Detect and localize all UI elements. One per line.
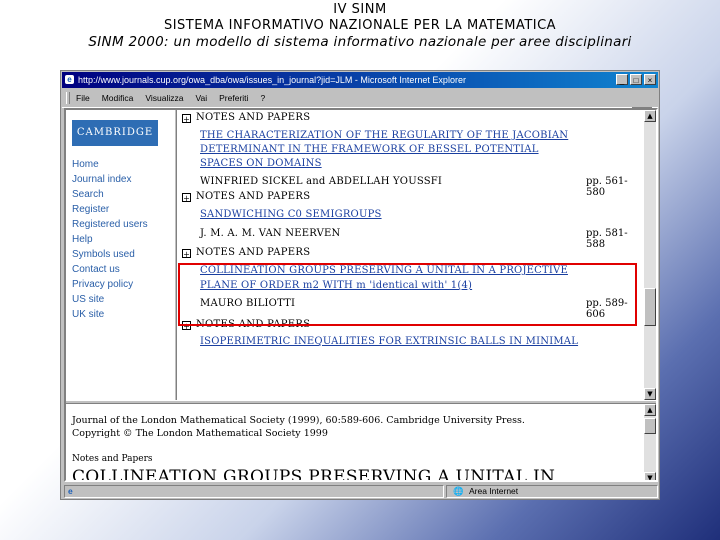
cambridge-logo[interactable]: CAMBRIDGE — [72, 120, 158, 146]
expand-icon[interactable]: + — [182, 114, 191, 124]
article-title-link[interactable]: THE CHARACTERIZATION OF THE REGULARITY O… — [200, 130, 568, 141]
section-heading: NOTES AND PAPERS — [196, 112, 311, 123]
slide-subtitle: SINM 2000: un modello di sistema informa… — [88, 34, 632, 50]
ie-icon: e — [65, 75, 74, 84]
article-title-link[interactable]: SANDWICHING C0 SEMIGROUPS — [200, 209, 382, 220]
menu-edit[interactable]: Modifica — [102, 89, 134, 107]
close-button[interactable]: × — [644, 74, 656, 85]
section-heading: NOTES AND PAPERS — [196, 191, 311, 202]
ie-page-icon: e — [68, 486, 73, 496]
toc-scrollbar[interactable]: ▲ ▼ — [644, 110, 656, 400]
scroll-up-icon[interactable]: ▲ — [644, 404, 656, 416]
nav-link-symbols-used[interactable]: Symbols used — [72, 247, 148, 262]
slide-header: IV SINM SISTEMA INFORMATIVO NAZIONALE PE… — [0, 2, 720, 51]
article-title-link[interactable]: ISOPERIMETRIC INEQUALITIES FOR EXTRINSIC… — [200, 336, 578, 347]
menu-go[interactable]: Vai — [195, 89, 207, 107]
nav-link-registered-users[interactable]: Registered users — [72, 217, 148, 232]
title-bar[interactable]: e http://www.journals.cup.org/owa_dba/ow… — [62, 72, 658, 88]
maximize-button[interactable]: □ — [630, 74, 642, 85]
nav-link-contact-us[interactable]: Contact us — [72, 262, 148, 277]
detail-subheading: Notes and Papers — [72, 454, 153, 464]
section-heading: NOTES AND PAPERS — [196, 247, 311, 258]
nav-link-uk-site[interactable]: UK site — [72, 307, 148, 322]
toolbar-grip[interactable] — [66, 92, 70, 104]
scroll-down-icon[interactable]: ▼ — [644, 472, 656, 480]
menu-file[interactable]: File — [76, 89, 90, 107]
article-title-link[interactable]: DETERMINANT IN THE FRAMEWORK OF BESSEL P… — [200, 144, 539, 155]
frame-divider[interactable] — [174, 110, 177, 400]
scroll-up-icon[interactable]: ▲ — [644, 110, 656, 122]
zone-label: Area Internet — [469, 486, 519, 496]
nav-link-journal-index[interactable]: Journal index — [72, 172, 148, 187]
menu-view[interactable]: Visualizza — [145, 89, 183, 107]
article-pages: pp. 561-580 — [586, 176, 628, 198]
citation-line: Journal of the London Mathematical Socie… — [72, 415, 525, 426]
toc-frame: + NOTES AND PAPERS THE CHARACTERIZATION … — [178, 110, 644, 400]
article-authors: J. M. A. M. VAN NEERVEN — [200, 228, 341, 239]
highlight-box — [178, 263, 637, 326]
slide-title-line2: SISTEMA INFORMATIVO NAZIONALE PER LA MAT… — [163, 18, 557, 33]
scroll-thumb[interactable] — [644, 288, 656, 326]
slide-title-line1: IV SINM — [333, 2, 387, 17]
minimize-button[interactable]: _ — [616, 74, 628, 85]
nav-frame: CAMBRIDGE Home Journal index Search Regi… — [66, 110, 176, 400]
scroll-down-icon[interactable]: ▼ — [644, 388, 656, 400]
expand-icon[interactable]: + — [182, 193, 191, 203]
article-authors: WINFRIED SICKEL and ABDELLAH YOUSSFI — [200, 176, 443, 187]
globe-icon: 🌐 — [453, 486, 464, 496]
zone-cell: 🌐 Area Internet — [446, 485, 658, 498]
article-detail-frame: Journal of the London Mathematical Socie… — [66, 404, 644, 482]
menu-bar: File Modifica Visualizza Vai Preferiti ?… — [62, 89, 658, 123]
nav-link-search[interactable]: Search — [72, 187, 148, 202]
article-pages: pp. 581-588 — [586, 228, 628, 250]
nav-link-privacy-policy[interactable]: Privacy policy — [72, 277, 148, 292]
detail-scrollbar[interactable]: ▲ ▼ — [644, 404, 656, 480]
nav-link-register[interactable]: Register — [72, 202, 148, 217]
status-bar: e 🌐 Area Internet — [64, 484, 658, 499]
nav-link-home[interactable]: Home — [72, 157, 148, 172]
menu-favorites[interactable]: Preferiti — [219, 89, 248, 107]
nav-link-us-site[interactable]: US site — [72, 292, 148, 307]
expand-icon[interactable]: + — [182, 249, 191, 259]
scroll-thumb[interactable] — [644, 418, 656, 434]
nav-link-help[interactable]: Help — [72, 232, 148, 247]
menu-help[interactable]: ? — [260, 89, 265, 107]
copyright-line: Copyright © The London Mathematical Soci… — [72, 428, 328, 439]
article-title-link[interactable]: SPACES ON DOMAINS — [200, 158, 322, 169]
window-title: http://www.journals.cup.org/owa_dba/owa/… — [78, 75, 466, 85]
status-text-cell: e — [64, 485, 444, 498]
detail-title-line1: COLLINEATION GROUPS PRESERVING A UNITAL … — [72, 467, 556, 482]
